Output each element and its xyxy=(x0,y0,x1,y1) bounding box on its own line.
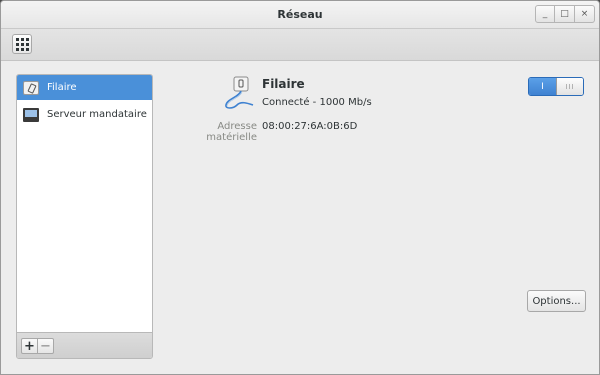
connection-status: Connecté - 1000 Mb/s xyxy=(262,97,372,108)
wired-network-icon xyxy=(23,80,39,95)
hardware-address-label: Adresse matérielle xyxy=(206,121,257,143)
options-button[interactable]: Options... xyxy=(527,290,586,312)
maximize-button[interactable]: □ xyxy=(555,5,575,23)
sidebar-item-label: Filaire xyxy=(47,82,77,93)
switch-on-indicator: I xyxy=(529,78,556,95)
minimize-button[interactable]: _ xyxy=(535,5,555,23)
device-list-toolbar: + − xyxy=(17,332,152,358)
add-connection-button[interactable]: + xyxy=(21,338,38,354)
title-bar[interactable]: Réseau _ □ × xyxy=(1,1,599,29)
proxy-server-icon xyxy=(23,107,39,122)
connection-title: Filaire xyxy=(262,77,305,91)
hardware-address-value: 08:00:27:6A:0B:6D xyxy=(262,121,358,132)
wired-network-icon xyxy=(223,75,257,111)
device-list: Filaire Serveur mandataire + − xyxy=(16,74,153,359)
close-button[interactable]: × xyxy=(575,5,595,23)
network-settings-window: Réseau _ □ × Filaire Serveur mandataire … xyxy=(0,0,600,375)
connection-toggle-switch[interactable]: I III xyxy=(528,77,584,96)
remove-connection-button[interactable]: − xyxy=(37,338,54,354)
window-controls: _ □ × xyxy=(535,5,595,23)
toolbar xyxy=(1,29,599,61)
sidebar-item-label: Serveur mandataire xyxy=(47,109,147,120)
app-grid-icon[interactable] xyxy=(12,34,32,54)
sidebar-item-proxy[interactable]: Serveur mandataire xyxy=(17,102,152,127)
window-title: Réseau xyxy=(277,8,323,21)
sidebar-item-wired[interactable]: Filaire xyxy=(17,75,152,100)
switch-knob[interactable]: III xyxy=(555,78,583,95)
